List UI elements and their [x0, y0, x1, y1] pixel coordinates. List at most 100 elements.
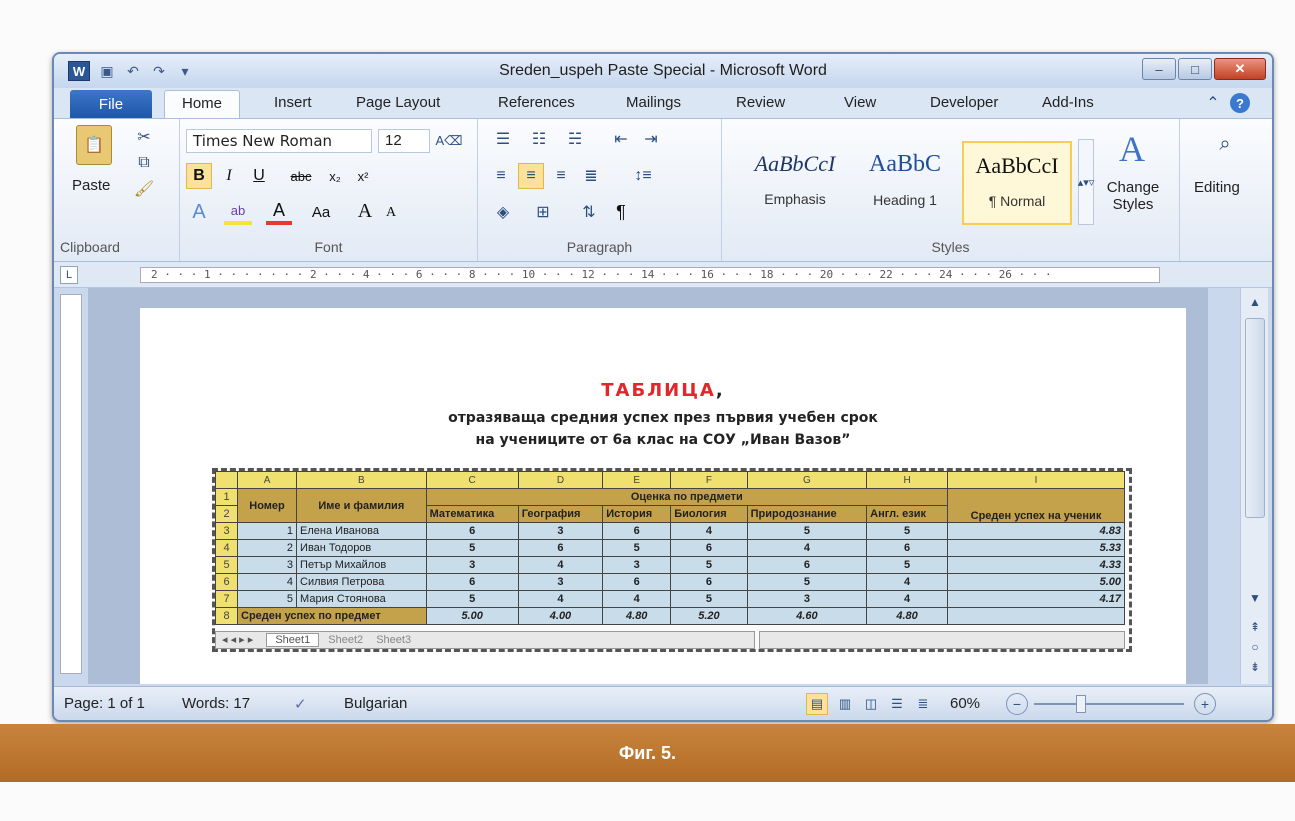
change-styles-button[interactable]: Change Styles	[1098, 179, 1168, 213]
tab-home[interactable]: Home	[164, 90, 240, 120]
grow-font-button[interactable]: A	[352, 197, 378, 225]
zoom-slider-track[interactable]	[1034, 703, 1184, 705]
web-layout-icon[interactable]: ◫	[860, 693, 882, 715]
close-button[interactable]: ✕	[1214, 58, 1266, 80]
align-right-icon[interactable]: ≡	[548, 163, 574, 189]
scroll-thumb[interactable]	[1245, 318, 1265, 518]
zoom-slider-thumb[interactable]	[1076, 695, 1086, 713]
shrink-font-button[interactable]: A	[380, 201, 402, 225]
style-normal[interactable]: AaBbCcI ¶ Normal	[962, 141, 1072, 225]
document-subtitle-1: отразяваща средния успех през първия уче…	[448, 410, 878, 426]
print-layout-icon[interactable]: ▤	[806, 693, 828, 715]
font-color-icon[interactable]: A	[266, 199, 292, 225]
table-row: 3 1 Елена Иванова 6 3 6 4 5 5 4.83	[215, 522, 1126, 540]
vertical-scrollbar[interactable]: ▲ ▼ ⇞ ○ ⇟	[1240, 288, 1268, 684]
clear-formatting-icon[interactable]: A⌫	[434, 129, 464, 153]
editing-button[interactable]: Editing	[1194, 179, 1240, 196]
outline-icon[interactable]: ☰	[886, 693, 908, 715]
change-styles-icon[interactable]: A	[1108, 125, 1156, 173]
tab-selector-icon[interactable]: L	[60, 266, 78, 284]
draft-icon[interactable]: ≣	[912, 693, 934, 715]
strikethrough-button[interactable]: abc	[284, 163, 318, 189]
styles-scroll-icon[interactable]: ▴▾▿	[1078, 139, 1094, 225]
increase-indent-icon[interactable]: ⇥	[638, 127, 664, 151]
bold-button[interactable]: B	[186, 163, 212, 189]
tab-insert[interactable]: Insert	[274, 94, 312, 111]
row-number: 5	[215, 556, 238, 574]
proofing-icon[interactable]: ✓	[294, 695, 307, 713]
highlight-icon[interactable]: ab	[224, 199, 252, 225]
format-painter-icon[interactable]: 🖌	[134, 179, 154, 199]
minimize-button[interactable]: –	[1142, 58, 1176, 80]
tab-review[interactable]: Review	[736, 94, 785, 111]
tab-view[interactable]: View	[844, 94, 876, 111]
tab-developer[interactable]: Developer	[930, 94, 998, 111]
font-size-select[interactable]: 12	[378, 129, 430, 153]
footer-value: 4.00	[517, 607, 604, 625]
document-page[interactable]: ТАБЛИЦА, отразяваща средния успех през п…	[140, 308, 1186, 684]
embedded-excel-object[interactable]: A B C D E F G H I 1 Номер Име и фамилия	[212, 468, 1132, 652]
language-indicator[interactable]: Bulgarian	[344, 695, 407, 712]
full-screen-reading-icon[interactable]: ▥	[834, 693, 856, 715]
page-count[interactable]: Page: 1 of 1	[64, 695, 145, 712]
maximize-button[interactable]: □	[1178, 58, 1212, 80]
grade-cell: 5	[602, 539, 672, 557]
sheet-hscroll[interactable]	[759, 631, 1125, 649]
student-average: 4.33	[946, 556, 1126, 574]
style-emphasis[interactable]: AaBbCcI Emphasis	[740, 141, 850, 225]
student-name: Силвия Петрова	[296, 573, 427, 591]
superscript-button[interactable]: x²	[350, 163, 376, 189]
student-number: 5	[236, 590, 298, 608]
zoom-level[interactable]: 60%	[950, 695, 980, 712]
sheet-tab-2[interactable]: Sheet2	[328, 634, 363, 646]
font-family-select[interactable]: Times New Roman	[186, 129, 372, 153]
align-left-icon[interactable]: ≡	[488, 163, 514, 189]
tab-file[interactable]: File	[70, 90, 152, 118]
paste-icon[interactable]: 📋	[76, 125, 112, 165]
scroll-down-icon[interactable]: ▼	[1245, 588, 1265, 608]
zoom-out-icon[interactable]: −	[1006, 693, 1028, 715]
change-case-button[interactable]: Aa	[304, 199, 338, 225]
binoculars-icon[interactable]: ⌕	[1210, 129, 1240, 159]
next-page-icon[interactable]: ⇟	[1245, 658, 1265, 676]
grade-cell: 4	[746, 539, 868, 557]
minimize-ribbon-icon[interactable]: ⌃	[1204, 94, 1222, 112]
bullets-icon[interactable]: ☰	[488, 127, 518, 151]
tab-mailings[interactable]: Mailings	[626, 94, 681, 111]
line-spacing-icon[interactable]: ↕≡	[628, 163, 658, 189]
word-count[interactable]: Words: 17	[182, 695, 250, 712]
text-effects-icon[interactable]: A	[186, 199, 212, 225]
corner-cell	[215, 471, 238, 489]
sheet-tab-3[interactable]: Sheet3	[376, 634, 411, 646]
row-number: 6	[215, 573, 238, 591]
numbering-icon[interactable]: ☷	[524, 127, 554, 151]
shading-icon[interactable]: ◈	[488, 199, 518, 225]
help-icon[interactable]: ?	[1230, 93, 1250, 113]
sheet-tab-1[interactable]: Sheet1	[266, 633, 320, 647]
sort-icon[interactable]: ⇅	[576, 199, 602, 225]
decrease-indent-icon[interactable]: ⇤	[608, 127, 634, 151]
tab-references[interactable]: References	[498, 94, 575, 111]
show-marks-button[interactable]: ¶	[608, 199, 634, 225]
borders-icon[interactable]: ⊞	[528, 199, 558, 225]
copy-icon[interactable]: ⧉	[134, 153, 154, 173]
subscript-button[interactable]: x₂	[322, 163, 348, 189]
style-heading-1[interactable]: AaBbC Heading 1	[850, 141, 960, 225]
sheet-nav-icon[interactable]: ◂ ◂ ▸ ▸	[222, 634, 253, 646]
grade-cell: 4	[866, 573, 948, 591]
justify-icon[interactable]: ≣	[578, 163, 604, 189]
zoom-in-icon[interactable]: +	[1194, 693, 1216, 715]
cut-icon[interactable]: ✂	[134, 127, 154, 147]
tab-add-ins[interactable]: Add-Ins	[1042, 94, 1094, 111]
italic-button[interactable]: I	[216, 163, 242, 189]
multilevel-list-icon[interactable]: ☵	[560, 127, 590, 151]
tab-page-layout[interactable]: Page Layout	[356, 94, 440, 111]
paste-button[interactable]: Paste	[72, 177, 110, 194]
grade-cell: 6	[866, 539, 948, 557]
underline-button[interactable]: U	[246, 163, 272, 189]
select-browse-object-icon[interactable]: ○	[1245, 638, 1265, 656]
align-center-icon[interactable]: ≡	[518, 163, 544, 189]
previous-page-icon[interactable]: ⇞	[1245, 618, 1265, 636]
ruler-scale[interactable]: 2 · · · 1 · · · · · · · 2 · · · 4 · · · …	[140, 267, 1160, 283]
scroll-up-icon[interactable]: ▲	[1245, 292, 1265, 312]
